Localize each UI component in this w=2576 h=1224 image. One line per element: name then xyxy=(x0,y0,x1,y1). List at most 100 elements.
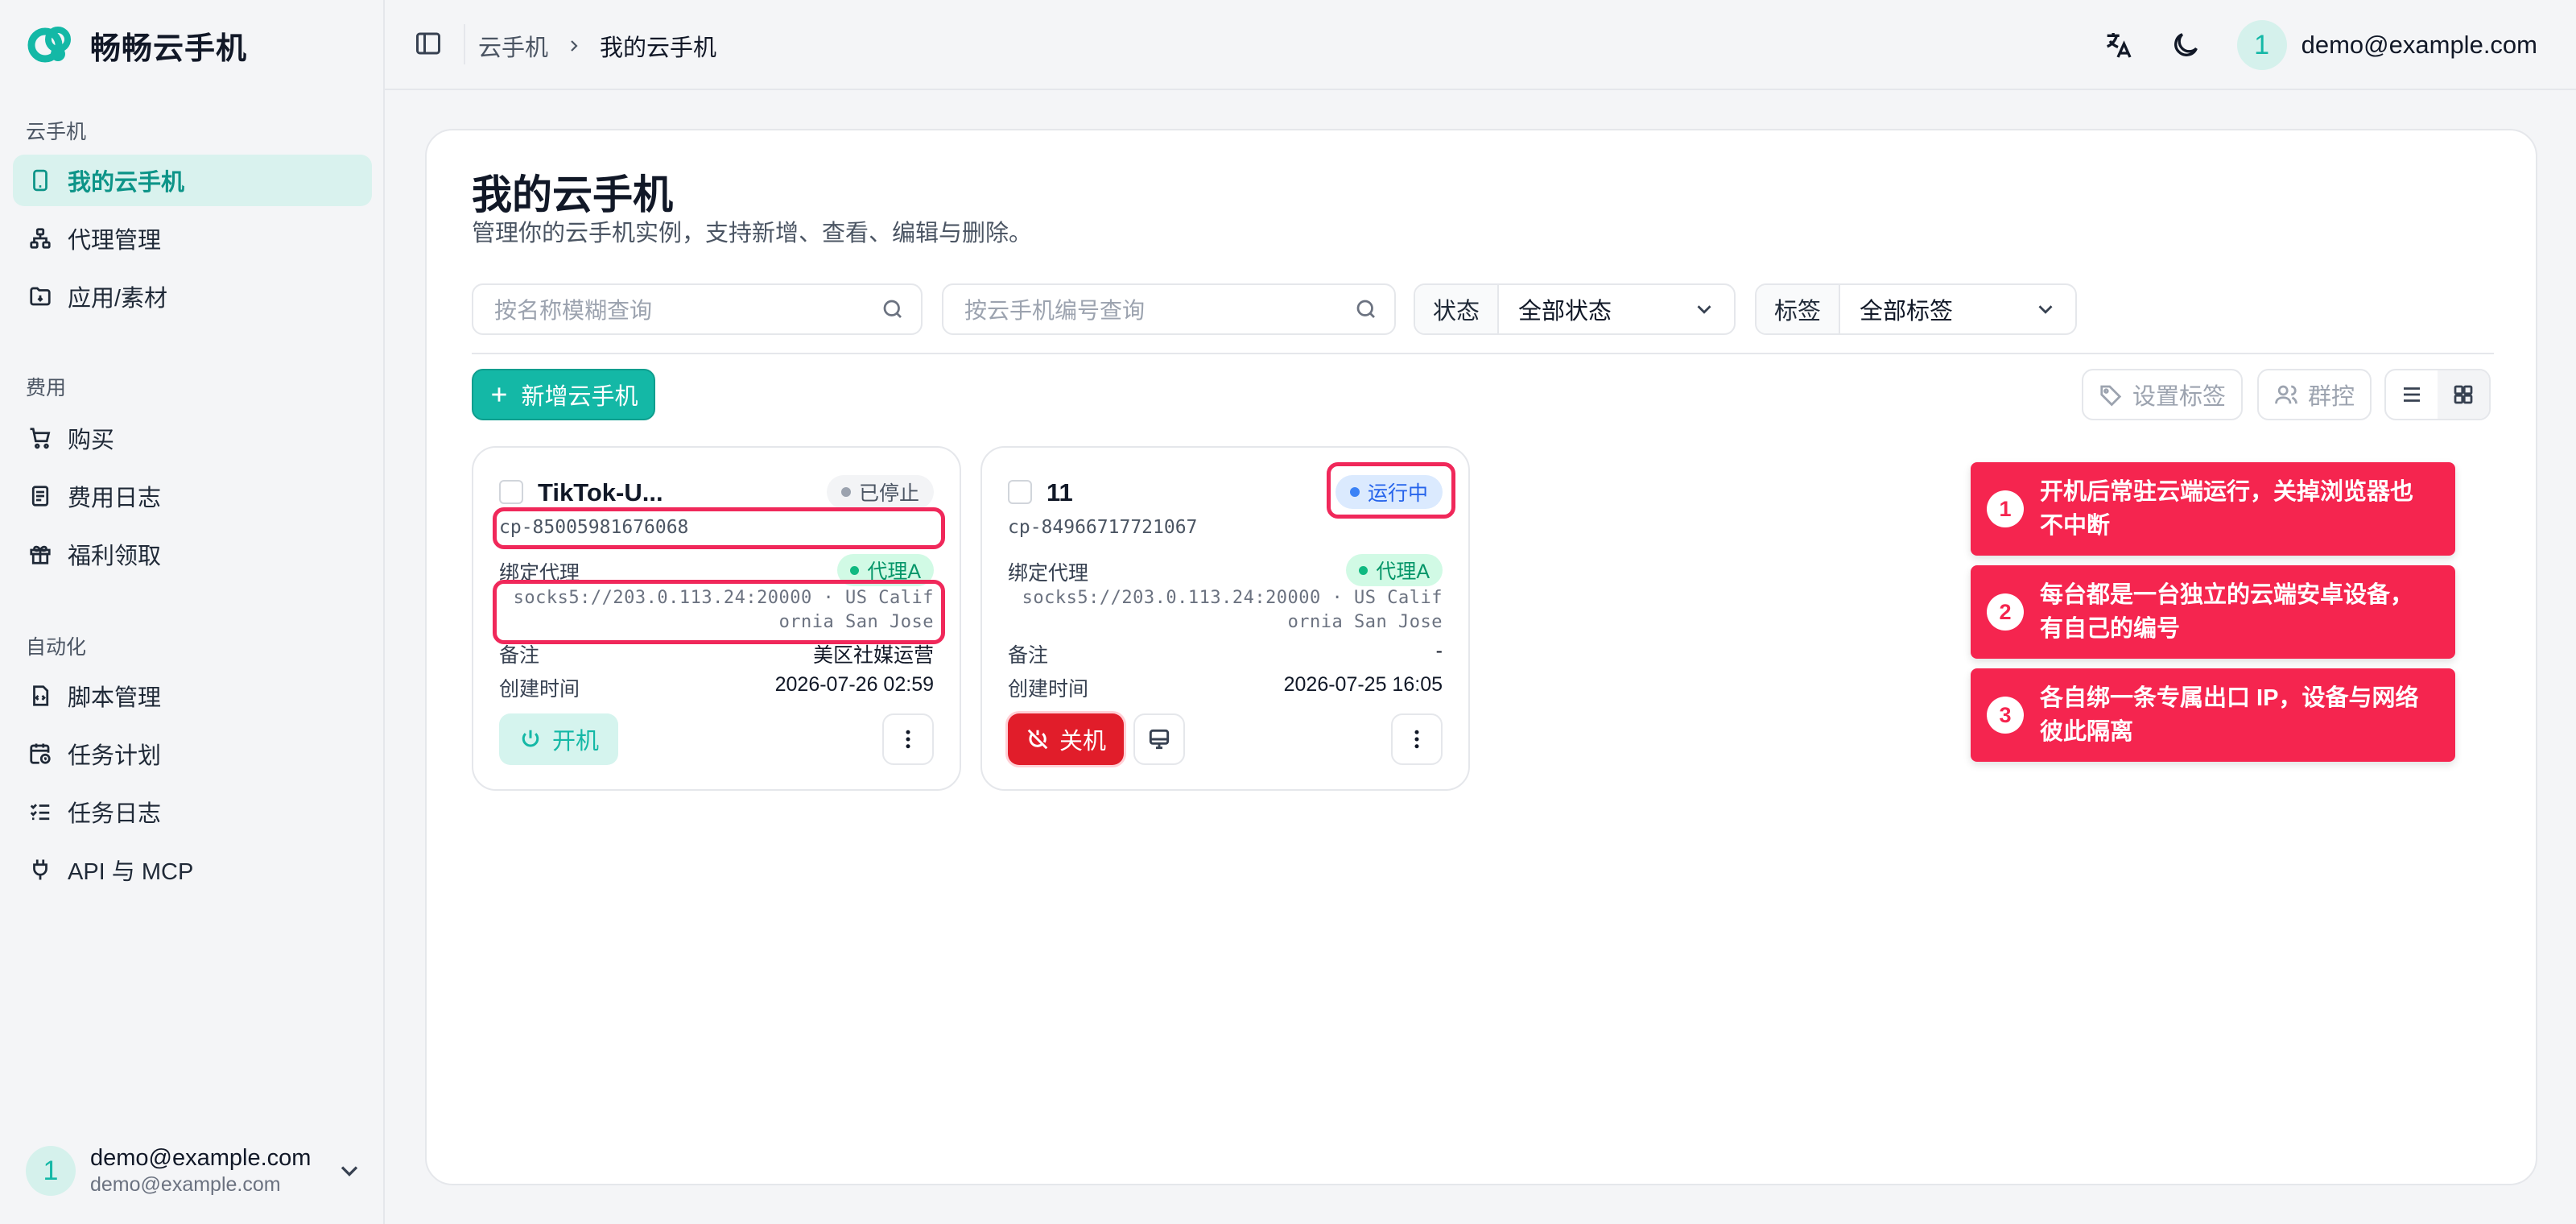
brand-name: 畅畅云手机 xyxy=(90,31,248,66)
search-placeholder: 按云手机编号查询 xyxy=(964,298,1146,323)
checklist-icon xyxy=(27,799,53,825)
proxy-dot xyxy=(850,565,860,575)
main-panel: 我的云手机 管理你的云手机实例，支持新增、查看、编辑与删除。 按名称模糊查询 按… xyxy=(425,129,2537,1185)
brand[interactable]: 畅畅云手机 xyxy=(26,18,247,72)
sidebar-item-apps[interactable]: 应用/素材 xyxy=(13,271,372,322)
breadcrumb: 云手机 我的云手机 xyxy=(478,29,716,63)
sidebar-item-scripts[interactable]: 脚本管理 xyxy=(13,670,372,722)
device-checkbox[interactable] xyxy=(1008,480,1032,504)
callout: 3 各自绑一条专属出口 IP，设备与网络彼此隔离 xyxy=(1971,668,2455,762)
moon-icon[interactable] xyxy=(2169,29,2202,61)
callout-text: 各自绑一条专属出口 IP，设备与网络彼此隔离 xyxy=(2040,685,2419,745)
phone-icon xyxy=(27,167,53,193)
grid-icon xyxy=(2454,385,2473,404)
user-name: demo@example.com xyxy=(90,1145,312,1171)
status-badge: 运行中 xyxy=(1335,475,1443,509)
screen-button[interactable] xyxy=(1133,713,1185,765)
sidebar-item-label: 应用/素材 xyxy=(68,286,168,312)
created-label: 创建时间 xyxy=(499,678,580,701)
avatar: 1 xyxy=(26,1146,76,1196)
status-text: 运行中 xyxy=(1367,482,1428,505)
header-divider xyxy=(464,24,465,64)
power-off-button[interactable]: 关机 xyxy=(1008,713,1124,765)
more-vertical-icon xyxy=(906,730,910,749)
power-label: 开机 xyxy=(551,729,599,755)
sidebar-user-menu[interactable]: 1 demo@example.com demo@example.com xyxy=(26,1139,364,1203)
sidebar-item-my-phones[interactable]: 我的云手机 xyxy=(13,155,372,206)
sidebar-item-label: 脚本管理 xyxy=(68,685,162,711)
callout-text: 开机后常驻云端运行，关掉浏览器也不中断 xyxy=(2040,479,2414,539)
status-select[interactable]: 状态 全部状态 xyxy=(1414,283,1736,335)
more-button[interactable] xyxy=(1391,713,1443,765)
proxy-name: 代理A xyxy=(867,560,921,583)
calendar-clock-icon xyxy=(27,741,53,767)
device-code: cp-84966717721067 xyxy=(1008,517,1198,538)
plus-icon xyxy=(492,387,507,402)
grid-view-button[interactable] xyxy=(2438,370,2489,419)
page-subtitle: 管理你的云手机实例，支持新增、查看、编辑与删除。 xyxy=(472,221,1033,246)
callout-number: 2 xyxy=(1987,593,2024,631)
nav-section-title: 自动化 xyxy=(26,636,87,659)
power-on-button[interactable]: 开机 xyxy=(499,713,618,765)
proxy-address-line: ornia San Jose xyxy=(778,612,934,632)
search-placeholder: 按名称模糊查询 xyxy=(494,298,653,323)
sidebar: 畅畅云手机 云手机 我的云手机 代理管理 应用/素材 费用 购买 费用日志 福利… xyxy=(0,0,385,1224)
sidebar-item-task-log[interactable]: 任务日志 xyxy=(13,786,372,837)
divider xyxy=(472,353,2494,354)
tag-select-label: 标签 xyxy=(1757,285,1841,333)
callout-text: 每台都是一台独立的云端安卓设备，有自己的编号 xyxy=(2040,582,2414,642)
note-label: 备注 xyxy=(499,644,540,667)
status-badge: 已停止 xyxy=(826,475,934,509)
device-card[interactable]: 11 运行中 cp-84966717721067 绑定代理 代理A socks5… xyxy=(980,446,1470,791)
chevron-down-icon xyxy=(2038,305,2053,314)
proxy-badge: 代理A xyxy=(837,554,934,586)
sidebar-item-benefits[interactable]: 福利领取 xyxy=(13,528,372,580)
search-icon xyxy=(883,300,902,318)
sidebar-item-task-plan[interactable]: 任务计划 xyxy=(13,728,372,779)
chevron-right-icon xyxy=(571,40,578,52)
sidebar-item-label: 代理管理 xyxy=(68,228,162,254)
proxy-label: 绑定代理 xyxy=(499,562,580,585)
user-email: demo@example.com xyxy=(90,1173,281,1196)
device-name: 11 xyxy=(1046,478,1073,507)
power-label: 关机 xyxy=(1059,729,1106,755)
power-icon xyxy=(522,730,539,747)
list-icon xyxy=(2404,387,2420,402)
sidebar-item-api-mcp[interactable]: API 与 MCP xyxy=(13,844,372,895)
more-button[interactable] xyxy=(882,713,934,765)
tag-select[interactable]: 标签 全部标签 xyxy=(1755,283,2077,335)
code-search-input[interactable]: 按云手机编号查询 xyxy=(942,283,1396,335)
plug-icon xyxy=(27,857,53,883)
header-user-menu[interactable]: 1 demo@example.com xyxy=(2236,20,2537,70)
translate-icon[interactable] xyxy=(2102,29,2134,61)
breadcrumb-current: 我的云手机 xyxy=(600,35,717,61)
proxy-address-line: ornia San Jose xyxy=(1287,612,1443,632)
group-control-button[interactable]: 群控 xyxy=(2257,369,2372,420)
sidebar-item-label: API 与 MCP xyxy=(68,859,194,885)
sidebar-toggle-icon[interactable] xyxy=(414,29,443,58)
list-view-button[interactable] xyxy=(2386,370,2438,419)
add-phone-button[interactable]: 新增云手机 xyxy=(472,369,655,420)
sidebar-item-proxy[interactable]: 代理管理 xyxy=(13,213,372,264)
search-icon xyxy=(1356,300,1375,318)
gift-icon xyxy=(27,541,53,567)
sidebar-item-label: 购买 xyxy=(68,428,115,453)
brand-logo-icon xyxy=(27,27,71,63)
sidebar-item-label: 我的云手机 xyxy=(68,170,185,196)
proxy-name: 代理A xyxy=(1376,560,1430,583)
proxy-address: socks5://203.0.113.24:20000 · US Calif o… xyxy=(1008,586,1443,635)
breadcrumb-item[interactable]: 云手机 xyxy=(478,29,548,63)
device-card[interactable]: TikTok-U... 已停止 cp-85005981676068 绑定代理 代… xyxy=(472,446,961,791)
status-select-value: 全部状态 xyxy=(1518,299,1612,325)
sidebar-item-buy[interactable]: 购买 xyxy=(13,412,372,464)
power-off-icon xyxy=(1027,729,1048,750)
set-tag-button[interactable]: 设置标签 xyxy=(2082,369,2243,420)
cart-icon xyxy=(27,425,53,451)
sidebar-item-billing-log[interactable]: 费用日志 xyxy=(13,470,372,522)
device-code: cp-85005981676068 xyxy=(499,517,689,538)
sidebar-item-label: 任务日志 xyxy=(68,801,162,827)
name-search-input[interactable]: 按名称模糊查询 xyxy=(472,283,923,335)
device-name: TikTok-U... xyxy=(538,478,663,507)
device-checkbox[interactable] xyxy=(499,480,523,504)
proxy-label: 绑定代理 xyxy=(1008,562,1089,585)
